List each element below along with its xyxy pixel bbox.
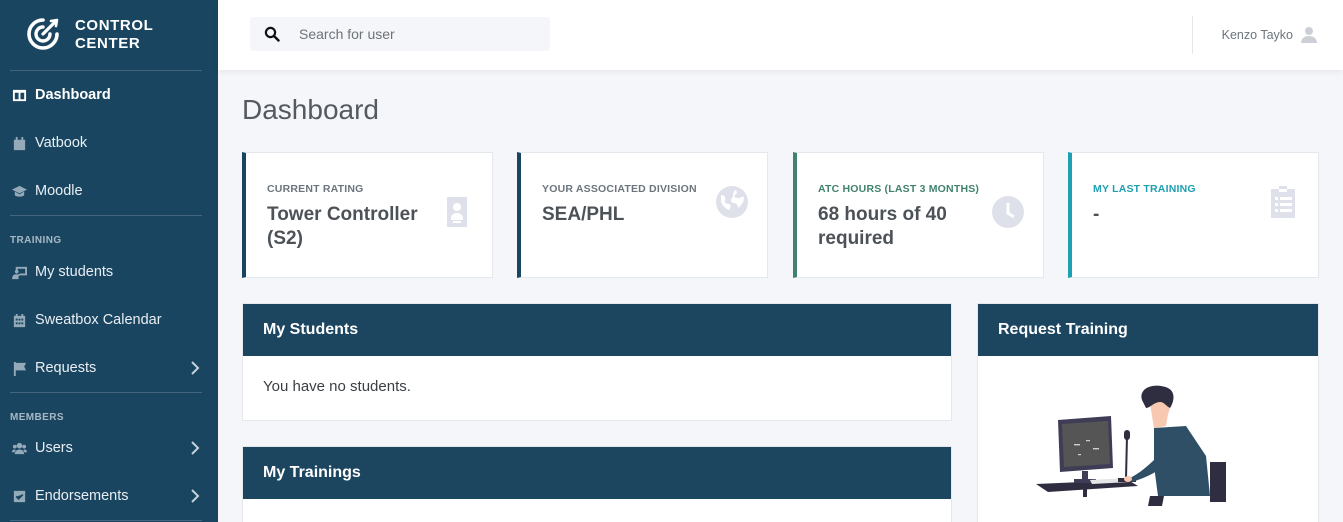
sidebar-item-requests[interactable]: Requests — [0, 348, 218, 388]
sidebar-item-label: Vatbook — [35, 135, 88, 151]
clipboard-list-icon — [1266, 185, 1300, 219]
sidebar-item-vatbook[interactable]: Vatbook — [0, 123, 218, 163]
request-training-panel: Request Training — [977, 303, 1319, 522]
chevron-right-icon — [190, 441, 200, 455]
brand-line-2: CENTER — [75, 35, 141, 52]
sidebar-item-label: Moodle — [35, 183, 83, 199]
sidebar-item-sweatbox-calendar[interactable]: Sweatbox Calendar — [0, 300, 218, 340]
sidebar-item-label: Requests — [35, 360, 97, 376]
sidebar-item-label: Endorsements — [35, 488, 129, 504]
clock-icon — [991, 195, 1025, 229]
page-title: Dashboard — [242, 94, 379, 125]
section-heading-members: MEMBERS — [10, 412, 64, 423]
check-square-icon — [11, 488, 27, 504]
controller-illustration — [1036, 385, 1226, 506]
users-icon — [11, 440, 27, 456]
user-name: Kenzo Tayko — [1221, 27, 1293, 42]
sidebar-item-endorsements[interactable]: Endorsements — [0, 476, 218, 516]
chevron-right-icon — [190, 361, 200, 375]
topbar: Kenzo Tayko — [218, 0, 1343, 70]
panel-message: You have no students. — [263, 378, 411, 395]
card-value: - — [1093, 204, 1100, 225]
sidebar-divider — [10, 215, 202, 216]
sidebar-item-label: My students — [35, 264, 114, 280]
topbar-divider — [1192, 16, 1193, 54]
brand[interactable]: CONTROL CENTER — [0, 0, 218, 70]
sidebar-divider — [10, 70, 202, 71]
card-label: CURRENT RATING — [267, 183, 364, 195]
sidebar-item-moodle[interactable]: Moodle — [0, 171, 218, 211]
chevron-right-icon — [190, 489, 200, 503]
user-menu[interactable]: Kenzo Tayko — [1222, 26, 1317, 43]
sidebar-divider — [10, 392, 202, 393]
my-trainings-panel: My Trainings — [242, 446, 952, 522]
brand-name: CONTROL CENTER — [75, 17, 153, 53]
id-badge-icon — [440, 195, 474, 229]
sidebar-item-dashboard[interactable]: Dashboard — [0, 75, 218, 115]
panel-title: Request Training — [978, 304, 1318, 356]
flag-icon — [11, 360, 27, 376]
sidebar-item-users[interactable]: Users — [0, 428, 218, 468]
calendar-icon — [11, 135, 27, 151]
columns-icon — [11, 87, 27, 103]
globe-icon — [715, 185, 749, 219]
stat-card-atc-hours: ATC HOURS (LAST 3 MONTHS) 68 hours of 40… — [793, 152, 1044, 278]
chalkboard-teacher-icon — [11, 264, 27, 280]
stat-card-last-training: MY LAST TRAINING - — [1068, 152, 1319, 278]
stat-card-division: YOUR ASSOCIATED DIVISION SEA/PHL — [517, 152, 768, 278]
sidebar-item-label: Sweatbox Calendar — [35, 312, 162, 328]
panel-title: My Students — [243, 304, 951, 356]
card-label: MY LAST TRAINING — [1093, 183, 1196, 195]
sidebar-item-label: Users — [35, 440, 73, 456]
panel-title: My Trainings — [243, 447, 951, 499]
user-icon — [1301, 27, 1317, 43]
sidebar-item-label: Dashboard — [35, 87, 111, 103]
my-students-panel: My Students You have no students. — [242, 303, 952, 421]
graduation-cap-icon — [11, 183, 27, 199]
card-label: YOUR ASSOCIATED DIVISION — [542, 183, 697, 195]
sidebar: CONTROL CENTER Dashboard Vatbook Moodle … — [0, 0, 218, 522]
card-value: Tower Controller (S2) — [267, 204, 418, 249]
brand-line-1: CONTROL — [75, 17, 154, 34]
section-heading-training: TRAINING — [10, 235, 62, 246]
search-input[interactable] — [299, 26, 539, 42]
calendar-grid-icon — [11, 312, 27, 328]
stat-card-current-rating: CURRENT RATING Tower Controller (S2) — [242, 152, 493, 278]
card-value: 68 hours of 40 required — [818, 204, 947, 249]
search-box — [250, 17, 550, 51]
card-label: ATC HOURS (LAST 3 MONTHS) — [818, 183, 980, 195]
target-logo-icon — [27, 18, 59, 50]
sidebar-divider — [10, 520, 202, 521]
card-value: SEA/PHL — [542, 204, 625, 225]
sidebar-item-my-students[interactable]: My students — [0, 252, 218, 292]
search-icon[interactable] — [264, 26, 280, 42]
